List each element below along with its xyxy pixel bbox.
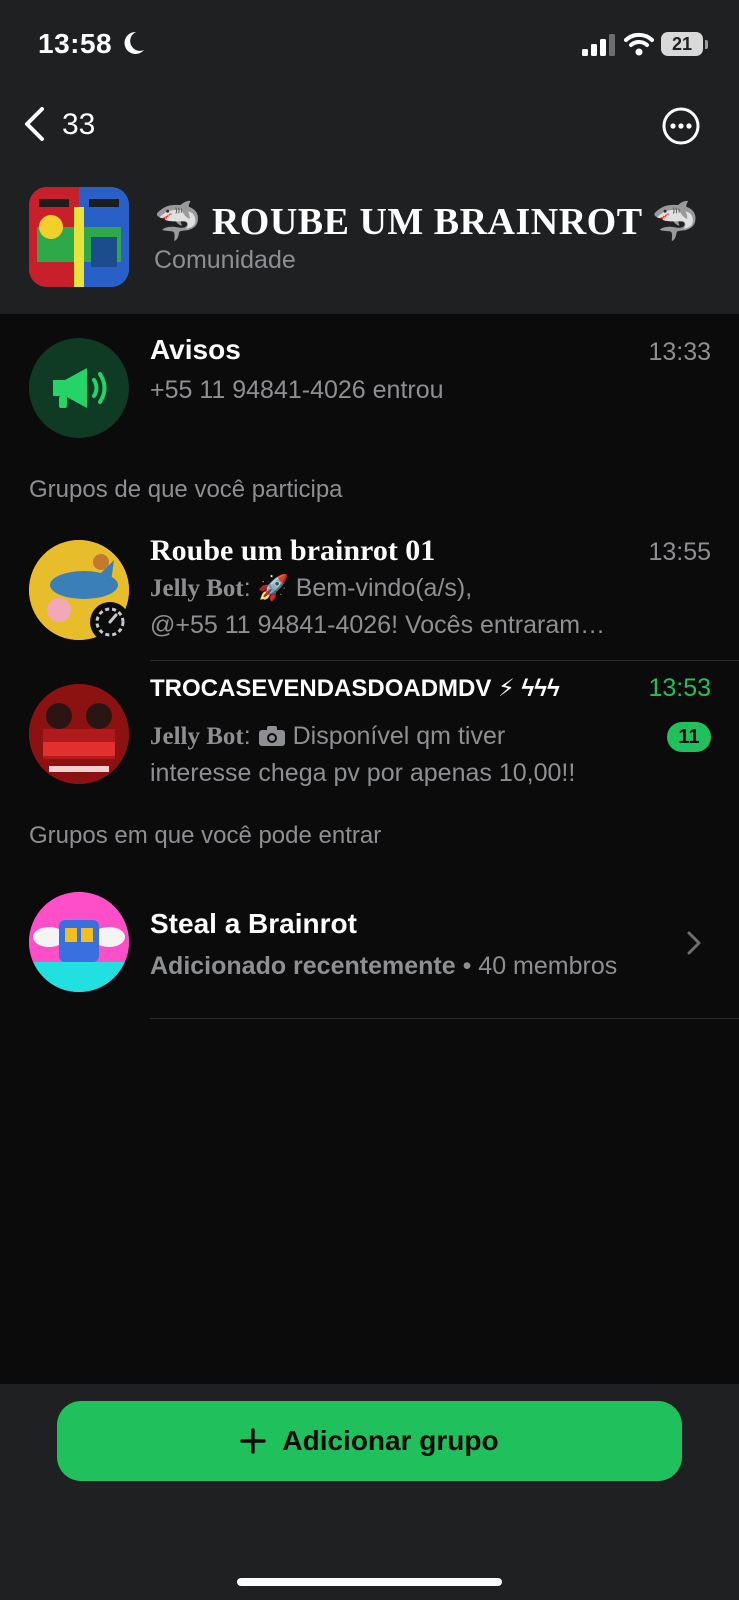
signal-icon xyxy=(582,34,615,56)
preview-line1: Disponível qm tiver xyxy=(285,722,506,750)
home-indicator[interactable] xyxy=(237,1578,502,1586)
group-preview: Jelly Bot: Disponível qm tiver interesse… xyxy=(150,718,650,791)
announcements-time: 13:33 xyxy=(648,338,711,366)
group-row[interactable]: Roube um brainrot 01 13:55 Jelly Bot: 🚀 … xyxy=(0,530,739,660)
sender-colon: : xyxy=(243,574,251,602)
row-divider xyxy=(150,660,739,661)
battery-indicator: 21 xyxy=(661,32,703,56)
add-group-button[interactable]: Adicionar grupo xyxy=(57,1401,682,1481)
sender-name: Jelly Bot xyxy=(150,575,244,602)
megaphone-icon xyxy=(53,368,107,408)
community-avatar[interactable] xyxy=(29,187,129,287)
announcements-preview: +55 11 94841-4026 entrou xyxy=(150,376,444,404)
group-name: Roube um brainrot 01 xyxy=(150,534,436,567)
group-name: TROCASEVENDASDOADMDV ⚡ ϟϟϟ xyxy=(150,675,560,702)
announcements-name: Avisos xyxy=(150,334,241,365)
battery-tip xyxy=(705,40,708,49)
section-available-header: Grupos em que você pode entrar xyxy=(29,822,382,849)
more-options-icon[interactable] xyxy=(661,106,701,146)
group-added-label: Adicionado recentemente xyxy=(150,952,456,980)
section-joined-header: Grupos de que você participa xyxy=(29,476,343,503)
status-time: 13:58 xyxy=(38,28,113,59)
chevron-right-icon xyxy=(687,931,701,955)
community-title: 🦈 ROUBE UM BRAINROT 🦈 xyxy=(154,201,700,243)
separator-dot: • xyxy=(462,952,479,980)
preview-line1: 🚀 Bem-vindo(a/s), xyxy=(250,574,473,602)
group-name: Steal a Brainrot xyxy=(150,908,357,939)
group-row[interactable]: TROCASEVENDASDOADMDV ⚡ ϟϟϟ 13:53 11 Jell… xyxy=(0,672,739,802)
group-preview: Jelly Bot: 🚀 Bem-vindo(a/s), @+55 11 948… xyxy=(150,570,650,643)
back-chevron-icon[interactable] xyxy=(22,106,48,142)
preview-line2: @+55 11 94841-4026! Vocês entraram… xyxy=(150,611,606,639)
back-count[interactable]: 33 xyxy=(62,108,95,142)
group-avatar xyxy=(29,892,129,992)
sender-name: Jelly Bot xyxy=(150,723,244,750)
group-meta: Adicionado recentemente • 40 membros xyxy=(150,948,650,984)
group-time-unread: 13:53 xyxy=(648,674,711,702)
group-members: 40 membros xyxy=(478,952,618,980)
community-subtitle: Comunidade xyxy=(154,246,296,274)
camera-icon xyxy=(258,726,285,746)
disappearing-timer-icon xyxy=(90,602,130,642)
row-divider xyxy=(150,1018,739,1019)
wifi-icon xyxy=(624,32,654,56)
announcements-row[interactable]: Avisos 13:33 +55 11 94841-4026 entrou xyxy=(0,330,739,440)
group-time: 13:55 xyxy=(648,538,711,566)
announcements-avatar xyxy=(29,338,129,438)
preview-line2: interesse chega pv por apenas 10,00!! xyxy=(150,759,576,787)
moon-icon xyxy=(124,31,144,54)
group-avatar xyxy=(29,684,129,784)
unread-badge: 11 xyxy=(667,722,711,752)
add-group-label: Adicionar grupo xyxy=(282,1425,499,1456)
sender-colon: : xyxy=(243,722,251,750)
available-group-row[interactable]: Steal a Brainrot Adicionado recentemente… xyxy=(0,880,739,1010)
plus-icon xyxy=(240,1428,267,1454)
